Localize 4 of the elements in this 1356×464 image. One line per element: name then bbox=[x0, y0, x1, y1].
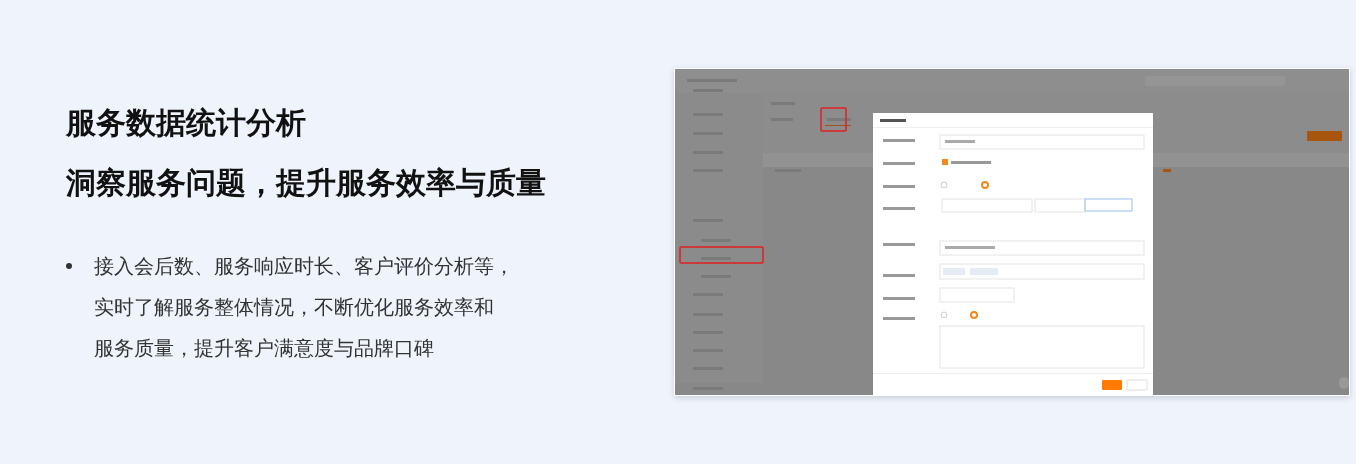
subheadline: 洞察服务问题，提升服务效率与质量 bbox=[66, 164, 547, 202]
bullet-icon bbox=[66, 263, 72, 269]
description-text: 接入会后数、服务响应时长、客户评价分析等， 实时了解服务整体情况，不断优化服务效率和 服务质量，提升客户满意度与品牌口碑 bbox=[94, 253, 514, 362]
headline: 服务数据统计分析 bbox=[66, 104, 307, 142]
